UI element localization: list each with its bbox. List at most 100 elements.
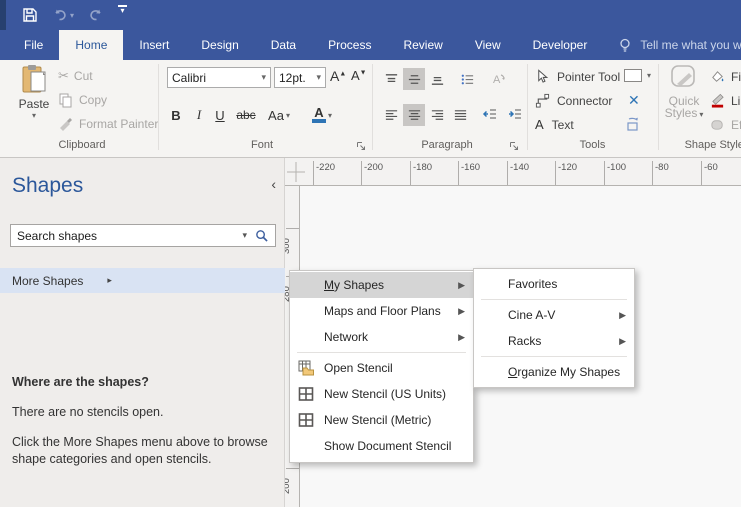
connector-button[interactable]: Connector <box>535 93 612 109</box>
ruler-label: -160 <box>461 162 481 173</box>
help-line2: Click the More Shapes menu above to brow… <box>12 435 268 466</box>
menu-item-maps-and-floor-plans[interactable]: Maps and Floor Plans ▶ <box>290 298 473 324</box>
strikethrough-button[interactable]: abc <box>233 104 259 126</box>
effects-button[interactable]: Effects <box>710 117 741 133</box>
font-color-button[interactable]: A ▾ <box>305 104 339 126</box>
customize-quick-access-button[interactable]: ▾ <box>118 5 127 25</box>
shape-tool-button[interactable]: ▾ <box>624 69 651 82</box>
menu-item-label: Open Stencil <box>324 361 393 375</box>
format-painter-label: Format Painter <box>79 117 159 131</box>
menu-item-label: Favorites <box>508 277 558 291</box>
quick-styles-icon <box>669 64 699 92</box>
shrink-font-button[interactable]: A▼ <box>351 68 367 83</box>
submenu-item-favorites[interactable]: Favorites <box>474 271 634 297</box>
tab-file[interactable]: File <box>8 30 59 60</box>
free-rotate-button[interactable] <box>624 115 640 134</box>
search-dropdown-icon[interactable]: ▾ <box>236 230 253 241</box>
bullets-button[interactable] <box>455 68 479 90</box>
undo-button[interactable]: ▾ <box>52 5 74 25</box>
increase-indent-button[interactable] <box>503 104 527 126</box>
text-tool-label: Text <box>551 117 574 132</box>
menu-item-open-stencil[interactable]: Open Stencil <box>290 355 473 381</box>
menu-item-label: Cine A-V <box>508 308 556 322</box>
copy-icon <box>58 92 74 108</box>
tab-home[interactable]: Home <box>59 30 124 60</box>
copy-button[interactable]: Copy <box>58 92 107 108</box>
bold-button[interactable]: B <box>166 104 186 126</box>
paste-dropdown-icon: ▾ <box>31 111 36 120</box>
accel-letter: O <box>508 365 518 379</box>
lightbulb-icon <box>617 37 633 53</box>
font-dialog-launcher[interactable] <box>356 141 366 151</box>
effects-icon <box>710 117 726 133</box>
more-shapes-menu: My Shapes ▶ Maps and Floor Plans ▶ Netwo… <box>289 270 474 463</box>
italic-button[interactable]: I <box>190 104 208 126</box>
align-middle-button[interactable] <box>403 68 425 90</box>
align-center-button[interactable] <box>403 104 425 126</box>
font-family-value: Calibri <box>172 70 207 85</box>
connection-point-button[interactable]: ✕ <box>628 92 640 109</box>
submenu-item-organize-my-shapes[interactable]: Organize My Shapes <box>474 359 634 385</box>
align-top-button[interactable] <box>380 68 402 90</box>
tab-developer[interactable]: Developer <box>517 30 604 60</box>
paragraph-dialog-launcher[interactable] <box>509 141 519 151</box>
menu-item-label: Network <box>324 330 369 344</box>
collapse-panel-icon[interactable]: ‹ <box>271 176 276 192</box>
ruler-label: -220 <box>316 162 336 173</box>
save-button[interactable] <box>22 5 38 25</box>
tab-review[interactable]: Review <box>387 30 458 60</box>
submenu-item-cine-a-v[interactable]: Cine A-V ▶ <box>474 302 634 328</box>
clipboard-group-label: Clipboard <box>58 139 106 151</box>
tell-me-box[interactable]: Tell me what you want to <box>617 30 741 60</box>
search-icon[interactable] <box>253 229 275 242</box>
pointer-tool-button[interactable]: Pointer Tool <box>535 69 620 85</box>
more-shapes-button[interactable]: More Shapes ▸ <box>0 268 285 293</box>
justify-button[interactable] <box>449 104 471 126</box>
menu-item-new-stencil-us[interactable]: New Stencil (US Units) <box>290 381 473 407</box>
fill-button[interactable]: Fill <box>710 69 741 85</box>
search-shapes-input[interactable] <box>11 228 237 243</box>
align-right-button[interactable] <box>426 104 448 126</box>
menu-item-my-shapes[interactable]: My Shapes ▶ <box>290 272 473 298</box>
connector-icon <box>535 93 551 109</box>
menu-item-new-stencil-metric[interactable]: New Stencil (Metric) <box>290 407 473 433</box>
paste-button[interactable]: Paste ▾ <box>12 64 56 136</box>
grow-font-button[interactable]: A▲ <box>330 68 346 84</box>
tab-data[interactable]: Data <box>255 30 312 60</box>
submenu-item-racks[interactable]: Racks ▶ <box>474 328 634 354</box>
format-painter-button[interactable]: Format Painter <box>58 116 158 132</box>
underline-button[interactable]: U <box>211 104 229 126</box>
ruler-label: -60 <box>704 162 718 173</box>
submenu-arrow-icon: ▶ <box>458 305 465 316</box>
font-size-combo[interactable]: 12pt. ▾ <box>274 67 326 88</box>
align-bottom-button[interactable] <box>426 68 448 90</box>
line-button[interactable]: Line <box>710 93 741 109</box>
decrease-indent-button[interactable] <box>478 104 502 126</box>
cut-label: Cut <box>73 69 93 83</box>
redo-button[interactable] <box>88 5 104 25</box>
customize-chevron-icon: ▾ <box>120 6 125 15</box>
tab-process[interactable]: Process <box>312 30 387 60</box>
font-family-combo[interactable]: Calibri ▾ <box>167 67 271 88</box>
grow-font-label: A <box>330 68 340 84</box>
connector-label: Connector <box>557 94 613 108</box>
text-direction-button[interactable]: A <box>486 68 510 90</box>
submenu-arrow-icon: ▶ <box>619 309 626 320</box>
menu-item-show-document-stencil[interactable]: Show Document Stencil <box>290 433 473 459</box>
cut-button[interactable]: ✂ Cut <box>58 68 93 84</box>
tab-insert[interactable]: Insert <box>123 30 185 60</box>
change-case-button[interactable]: Aa ▾ <box>263 104 295 126</box>
menu-item-network[interactable]: Network ▶ <box>290 324 473 350</box>
underline-label: U <box>215 107 225 123</box>
menu-item-label: Maps and Floor Plans <box>324 304 441 318</box>
tools-group-label: Tools <box>579 139 606 151</box>
submenu-arrow-icon: ▶ <box>458 331 465 342</box>
tab-view[interactable]: View <box>459 30 517 60</box>
line-icon <box>710 93 726 109</box>
ruler-origin-crosshair <box>287 162 305 182</box>
align-left-button[interactable] <box>380 104 402 126</box>
tab-design[interactable]: Design <box>185 30 254 60</box>
text-tool-button[interactable]: A Text <box>535 117 574 132</box>
quick-styles-button[interactable]: Quick Styles ▾ <box>663 64 705 136</box>
save-icon <box>22 7 38 23</box>
